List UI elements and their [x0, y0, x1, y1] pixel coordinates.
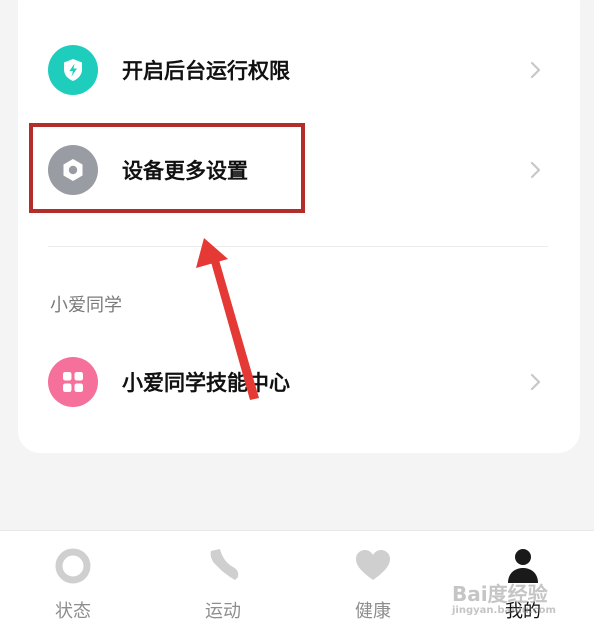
tab-label: 健康: [355, 601, 391, 622]
xiaoai-item-label: 小爱同学技能中心: [122, 371, 290, 395]
tab-status[interactable]: 状态: [28, 545, 118, 623]
tab-health[interactable]: 健康: [328, 545, 418, 623]
watermark: Bai度经验 jingyan.baidu.com: [452, 578, 582, 618]
section-title-xiaoai: 小爱同学: [50, 295, 122, 316]
heart-icon: [356, 550, 390, 580]
divider: [48, 246, 548, 247]
shield-bolt-icon: [48, 45, 98, 95]
chevron-right-icon: [530, 61, 541, 79]
settings-item-label: 开启后台运行权限: [122, 59, 290, 83]
tab-label: 运动: [205, 601, 241, 622]
chevron-right-icon: [530, 373, 541, 391]
settings-item-background-permission[interactable]: 开启后台运行权限: [48, 40, 546, 100]
watermark-text: Bai度经验: [452, 582, 548, 606]
watermark-subtext: jingyan.baidu.com: [452, 605, 556, 616]
chevron-right-icon: [530, 161, 541, 179]
ring-icon: [55, 548, 91, 584]
tab-sport[interactable]: 运动: [178, 545, 268, 623]
xiaoai-item-skill-center[interactable]: 小爱同学技能中心: [48, 352, 546, 412]
highlight-box: [29, 123, 305, 213]
grid-apps-icon: [48, 357, 98, 407]
shoe-icon: [210, 549, 239, 580]
tab-label: 状态: [55, 601, 91, 622]
